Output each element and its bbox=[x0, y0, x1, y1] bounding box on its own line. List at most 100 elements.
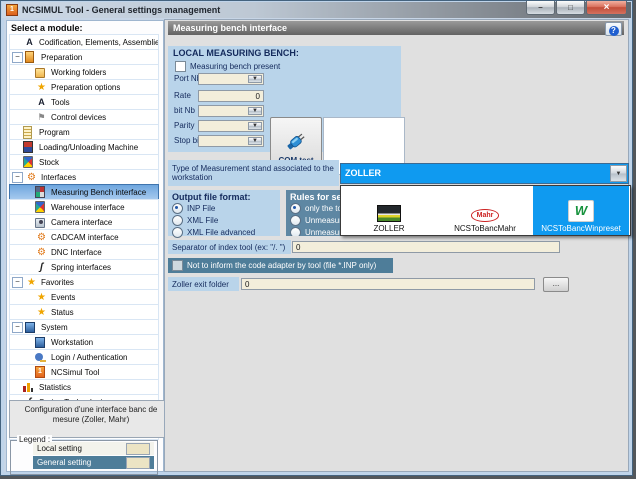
panel-header: Measuring bench interface bbox=[168, 21, 624, 35]
adapter-checkbox-row[interactable]: Not to inform the code adapter by tool (… bbox=[168, 258, 393, 273]
collapse-icon[interactable] bbox=[12, 322, 23, 333]
sidebar-item-interfaces[interactable]: Interfaces bbox=[9, 169, 159, 185]
stop-bit-combo[interactable] bbox=[198, 135, 264, 147]
sidebar-item-control-devices[interactable]: Control devices bbox=[9, 109, 159, 125]
zoller-logo bbox=[377, 205, 401, 222]
chevron-down-icon[interactable] bbox=[248, 122, 262, 130]
zoller-exit-label-cell: Zoller exit folder bbox=[168, 277, 239, 291]
chevron-down-icon[interactable] bbox=[610, 165, 627, 182]
close-button[interactable] bbox=[586, 1, 627, 15]
dropdown-option-ncstobancwinpreset[interactable]: W NCSToBancWinpreset bbox=[533, 186, 629, 235]
separator-label-cell: Separator of index tool (ex: "/. ") bbox=[168, 240, 291, 254]
measurement-stand-dropdown: ZOLLER Mahr NCSToBancMahr W NCSToBancWin… bbox=[340, 185, 631, 236]
mahr-logo: Mahr bbox=[471, 209, 500, 222]
sidebar-item-cadcam-interface[interactable]: CADCAM interface bbox=[9, 229, 159, 245]
tools-icon bbox=[35, 96, 48, 108]
local-setting-swatch bbox=[126, 443, 150, 455]
sidebar-item-warehouse-interface[interactable]: Warehouse interface bbox=[9, 199, 159, 215]
statistics-icon bbox=[23, 382, 33, 393]
sidebar-item-events[interactable]: Events bbox=[9, 289, 159, 305]
folder-icon bbox=[35, 68, 45, 78]
maximize-button[interactable] bbox=[556, 1, 585, 15]
radio-icon[interactable] bbox=[290, 227, 301, 236]
measuring-bench-icon bbox=[35, 186, 45, 198]
sidebar-item-program[interactable]: Program bbox=[9, 124, 159, 140]
sidebar-item-preparation[interactable]: Preparation bbox=[9, 49, 159, 65]
module-description: Configuration d'une interface banc de me… bbox=[9, 400, 173, 438]
minimize-button[interactable] bbox=[526, 1, 555, 15]
local-measuring-bench-group: LOCAL MEASURING BENCH: Measuring bench p… bbox=[168, 46, 401, 152]
sidebar-item-dnc-interface[interactable]: DNC Interface bbox=[9, 244, 159, 260]
monitor-icon bbox=[25, 322, 35, 333]
bit-nb-label: bit Nb bbox=[174, 106, 195, 115]
chevron-down-icon[interactable] bbox=[248, 75, 262, 83]
radio-xml-file-advanced[interactable]: XML File advanced bbox=[172, 227, 280, 238]
radio-xml-file[interactable]: XML File bbox=[172, 215, 280, 226]
bit-nb-combo[interactable] bbox=[198, 105, 264, 117]
sidebar-item-favorites[interactable]: Favorites bbox=[9, 274, 159, 290]
workstation-icon bbox=[35, 337, 45, 348]
program-icon bbox=[23, 126, 32, 139]
star-icon bbox=[35, 291, 48, 303]
radio-icon[interactable] bbox=[172, 203, 183, 214]
legend-local-setting: Local setting bbox=[33, 442, 154, 455]
sidebar-item-ncsimul-tool[interactable]: NCSimul Tool bbox=[9, 364, 159, 380]
radio-icon[interactable] bbox=[290, 203, 301, 214]
sidebar-item-measuring-bench-interface[interactable]: Measuring Bench interface bbox=[9, 184, 159, 200]
preparation-icon bbox=[25, 51, 34, 63]
adapter-checkbox[interactable] bbox=[172, 260, 183, 271]
main-panel: Measuring bench interface LOCAL MEASURIN… bbox=[164, 19, 629, 472]
radio-icon[interactable] bbox=[172, 227, 183, 238]
dropdown-option-zoller[interactable]: ZOLLER bbox=[341, 186, 437, 235]
help-icon[interactable] bbox=[605, 22, 622, 36]
sidebar-item-system[interactable]: System bbox=[9, 319, 159, 335]
sidebar-item-preparation-options[interactable]: Preparation options bbox=[9, 79, 159, 95]
sidebar-item-stock[interactable]: Stock bbox=[9, 154, 159, 170]
dropdown-option-ncstobancmahr[interactable]: Mahr NCSToBancMahr bbox=[437, 186, 533, 235]
measurement-stand-label-cell: Type of Measurement stand associated to … bbox=[168, 160, 339, 186]
window-title: NCSIMUL Tool - General settings manageme… bbox=[22, 5, 220, 15]
collapse-icon[interactable] bbox=[12, 172, 23, 183]
port-nb-combo[interactable] bbox=[198, 73, 264, 85]
gear-icon bbox=[25, 171, 38, 183]
sidebar-item-workstation[interactable]: Workstation bbox=[9, 334, 159, 350]
zoller-exit-field[interactable]: 0 bbox=[241, 278, 535, 290]
chevron-down-icon[interactable] bbox=[248, 107, 262, 115]
gear-icon bbox=[35, 231, 48, 243]
app-window: NCSIMUL Tool - General settings manageme… bbox=[0, 0, 633, 476]
radio-icon[interactable] bbox=[172, 215, 183, 226]
sidebar-item-loading-machine[interactable]: Loading/Unloading Machine bbox=[9, 139, 159, 155]
parity-label: Parity bbox=[174, 121, 194, 130]
collapse-icon[interactable] bbox=[12, 52, 23, 63]
radio-icon[interactable] bbox=[290, 215, 301, 226]
rate-field[interactable]: 0 bbox=[198, 90, 264, 102]
output-format-title: Output file format: bbox=[172, 192, 280, 202]
sidebar-item-spring-interfaces[interactable]: Spring interfaces bbox=[9, 259, 159, 275]
parity-combo[interactable] bbox=[198, 120, 264, 132]
app-icon bbox=[6, 4, 18, 16]
sidebar-item-codification[interactable]: Codification, Elements, Assemblies bbox=[9, 34, 159, 50]
measuring-bench-present-checkbox[interactable] bbox=[175, 61, 186, 72]
winpreset-logo: W bbox=[568, 200, 594, 222]
browse-button[interactable]: ... bbox=[543, 277, 569, 292]
sidebar-item-camera-interface[interactable]: Camera interface bbox=[9, 214, 159, 230]
login-icon bbox=[35, 353, 43, 361]
star-icon bbox=[35, 306, 48, 318]
sidebar-item-tools[interactable]: Tools bbox=[9, 94, 159, 110]
sidebar-item-statistics[interactable]: Statistics bbox=[9, 379, 159, 395]
client-area: Select a module: Codification, Elements,… bbox=[4, 18, 629, 472]
measurement-stand-combo[interactable]: ZOLLER bbox=[340, 163, 629, 184]
warehouse-icon bbox=[35, 201, 45, 213]
sidebar-item-working-folders[interactable]: Working folders bbox=[9, 64, 159, 80]
machine-icon bbox=[23, 141, 33, 153]
separator-field[interactable]: 0 bbox=[292, 241, 560, 253]
radio-inp-file[interactable]: INP File bbox=[172, 203, 280, 214]
sidebar-item-login-authentication[interactable]: Login / Authentication bbox=[9, 349, 159, 365]
chevron-down-icon[interactable] bbox=[248, 137, 262, 145]
camera-icon bbox=[35, 218, 45, 228]
collapse-icon[interactable] bbox=[12, 277, 23, 288]
ncsimul-icon bbox=[35, 366, 45, 378]
spring-icon bbox=[35, 261, 48, 273]
sidebar-item-status[interactable]: Status bbox=[9, 304, 159, 320]
flag-icon bbox=[35, 111, 48, 123]
